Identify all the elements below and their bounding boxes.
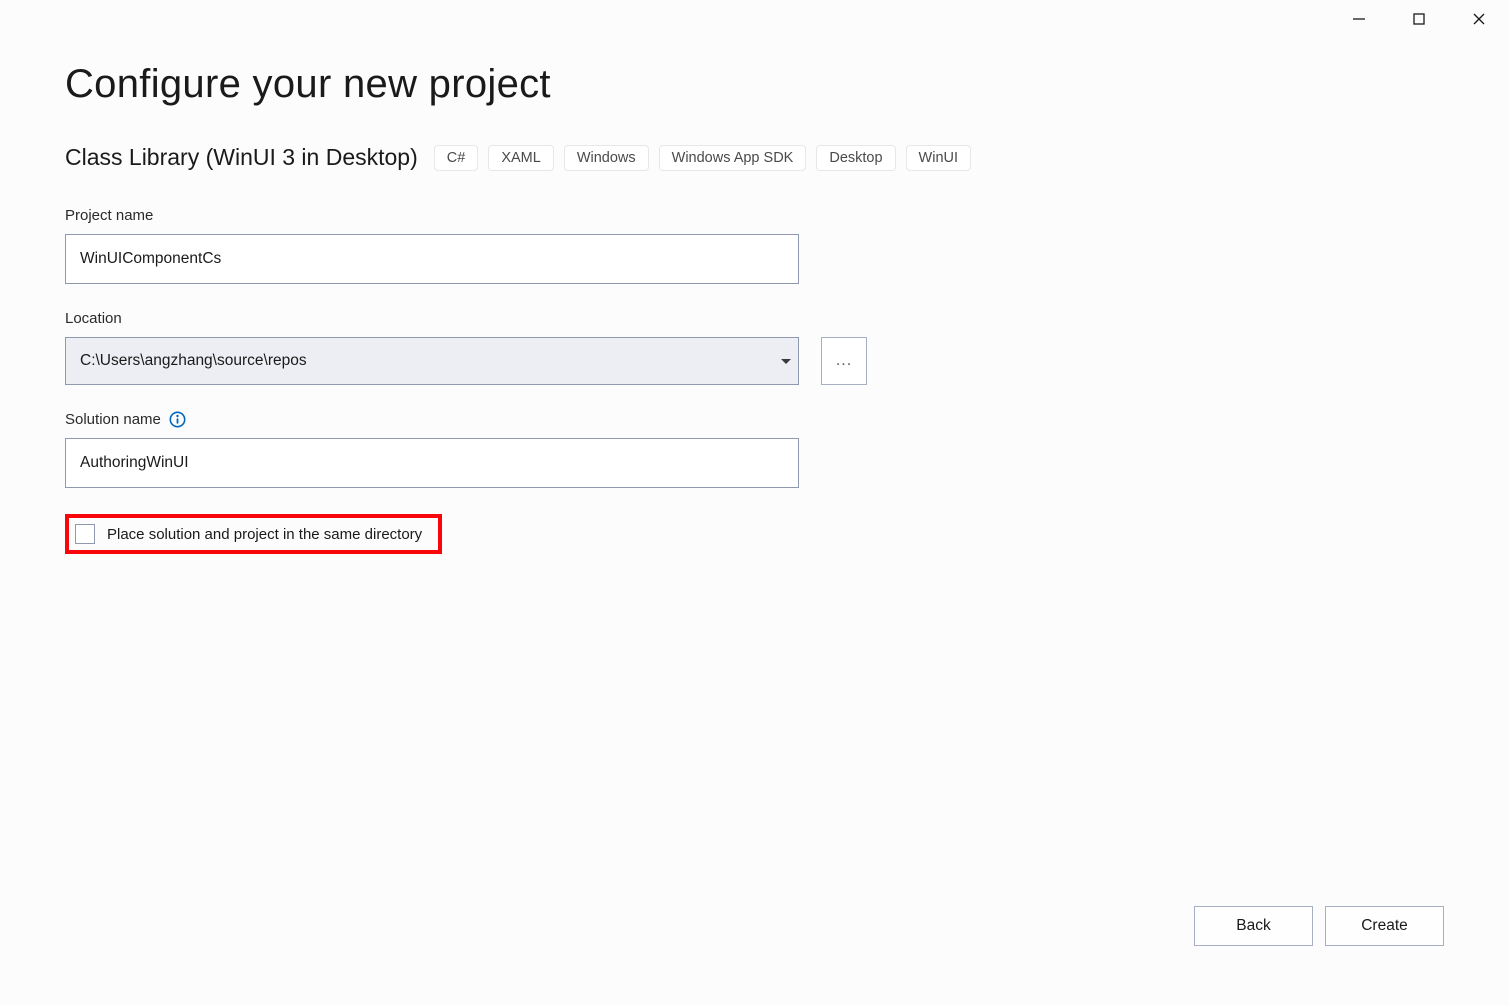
close-icon [1472, 12, 1486, 26]
tag-list: C# XAML Windows Windows App SDK Desktop … [434, 145, 971, 171]
page-title: Configure your new project [65, 60, 1444, 108]
location-row: ... [65, 337, 1444, 385]
tag: C# [434, 145, 479, 171]
back-button[interactable]: Back [1194, 906, 1313, 946]
dialog-footer: Back Create [1194, 906, 1444, 946]
tag: Desktop [816, 145, 895, 171]
minimize-button[interactable] [1329, 0, 1389, 38]
location-combo [65, 337, 799, 385]
maximize-button[interactable] [1389, 0, 1449, 38]
tag: Windows App SDK [659, 145, 807, 171]
project-name-input[interactable] [65, 234, 799, 284]
solution-name-field: Solution name [65, 411, 1444, 488]
minimize-icon [1352, 12, 1366, 26]
dialog-content: Configure your new project Class Library… [65, 60, 1444, 554]
create-button[interactable]: Create [1325, 906, 1444, 946]
tag: Windows [564, 145, 649, 171]
same-directory-option: Place solution and project in the same d… [65, 514, 442, 554]
solution-name-label: Solution name [65, 411, 1444, 428]
same-directory-label[interactable]: Place solution and project in the same d… [107, 526, 422, 543]
window-titlebar [1329, 0, 1509, 38]
location-input[interactable] [65, 337, 799, 385]
close-button[interactable] [1449, 0, 1509, 38]
browse-button[interactable]: ... [821, 337, 867, 385]
project-name-label: Project name [65, 207, 1444, 224]
location-label: Location [65, 310, 1444, 327]
solution-name-input[interactable] [65, 438, 799, 488]
tag: XAML [488, 145, 554, 171]
template-row: Class Library (WinUI 3 in Desktop) C# XA… [65, 144, 1444, 171]
solution-name-label-text: Solution name [65, 411, 161, 428]
info-icon[interactable] [169, 411, 186, 428]
template-name: Class Library (WinUI 3 in Desktop) [65, 144, 418, 171]
location-field: Location ... [65, 310, 1444, 385]
tag: WinUI [906, 145, 971, 171]
project-name-field: Project name [65, 207, 1444, 284]
maximize-icon [1412, 12, 1426, 26]
same-directory-checkbox[interactable] [75, 524, 95, 544]
